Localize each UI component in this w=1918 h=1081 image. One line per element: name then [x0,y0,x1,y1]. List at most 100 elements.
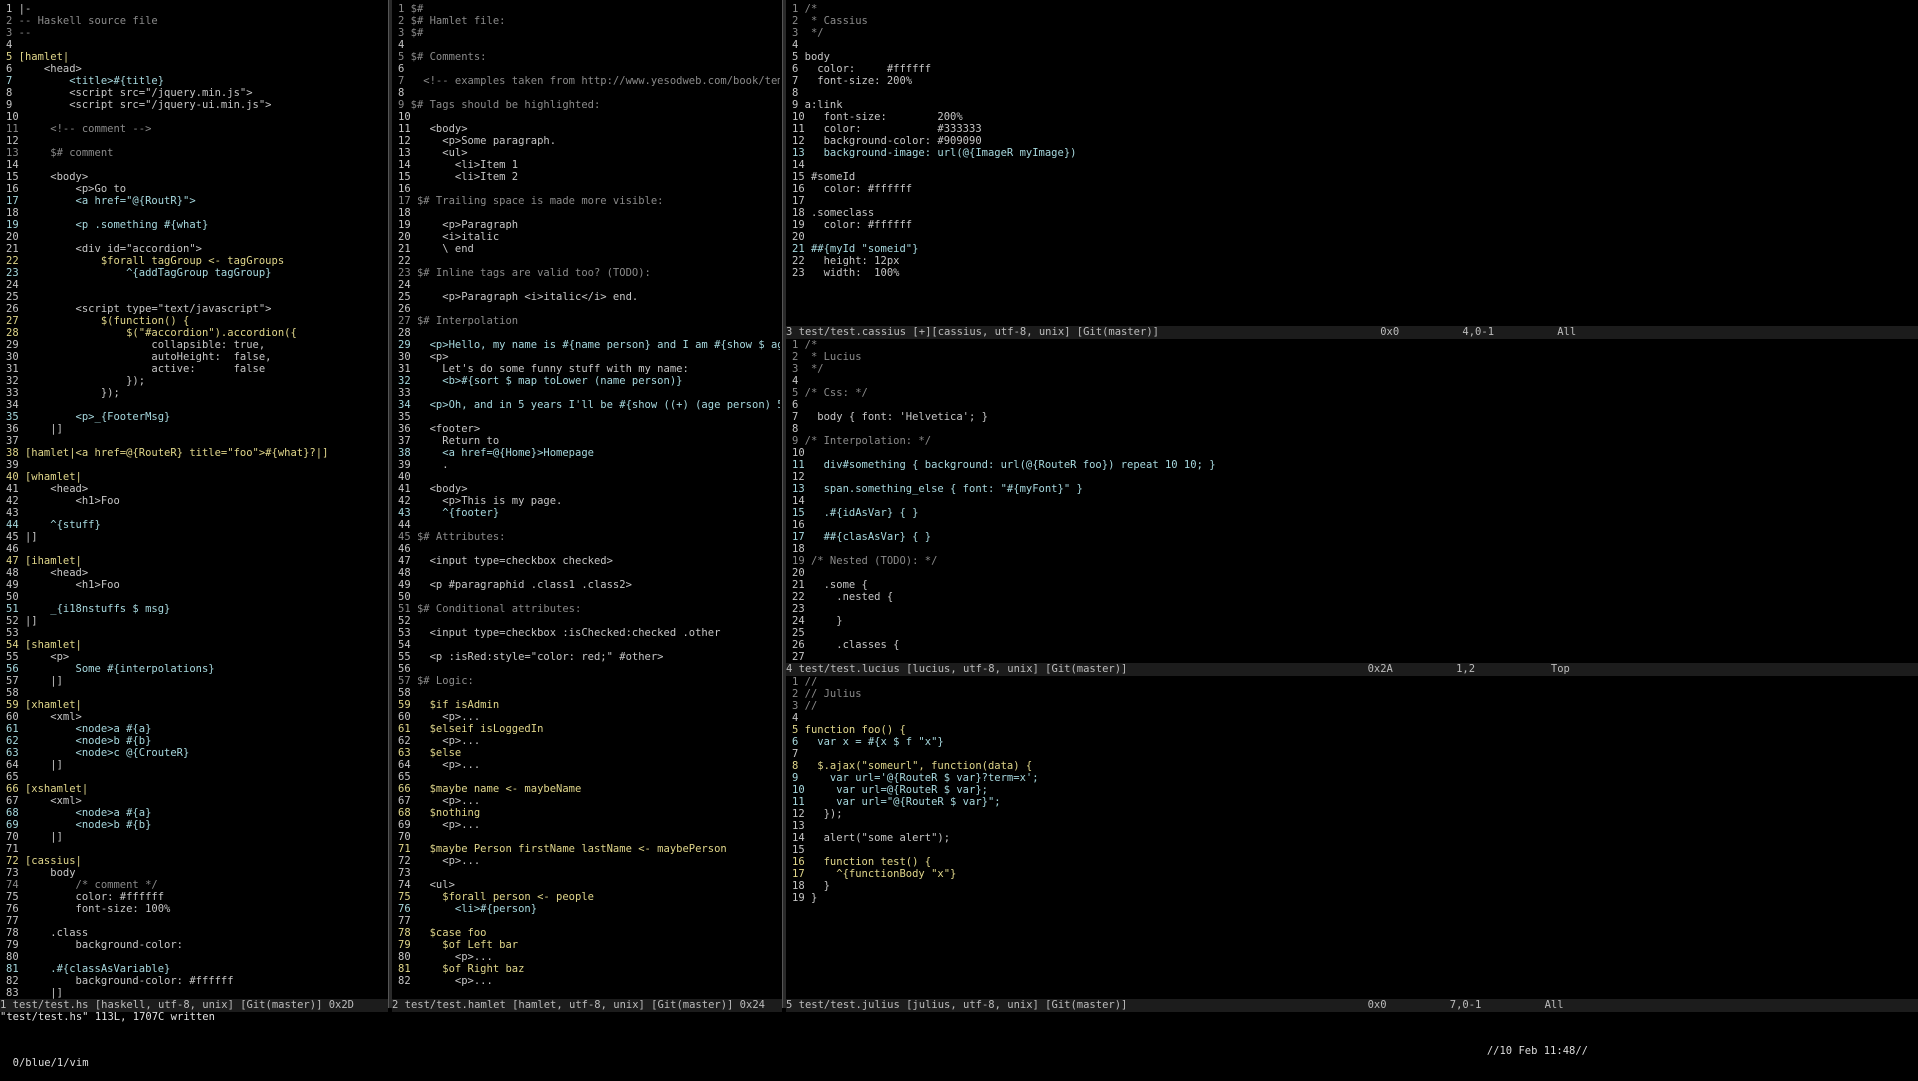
code-line[interactable]: 24 } [792,615,1912,627]
code-line[interactable]: 20 [792,567,1912,579]
code-line[interactable]: 12 [6,135,386,147]
code-line[interactable]: 73 body [6,867,386,879]
editor-pane-cassius[interactable]: 1 /* 2 * Cassius 3 */4 5 body 6 color: #fff… [792,3,1912,328]
code-line[interactable]: 8 [398,87,780,99]
code-line[interactable]: 15 <li>Item 2 [398,171,780,183]
code-line[interactable]: 17 [792,195,1912,207]
code-line[interactable]: 6 [792,399,1912,411]
code-line[interactable]: 19 color: #ffffff [792,219,1912,231]
code-line[interactable]: 27 $(function() { [6,315,386,327]
code-line[interactable]: 7 <title>#{title} [6,75,386,87]
code-line[interactable]: 32 <b>#{sort $ map toLower (name person)… [398,375,780,387]
code-line[interactable]: 56 [398,663,780,675]
code-line[interactable]: 31 Let's do some funny stuff with my nam… [398,363,780,375]
code-line[interactable]: 33 [398,387,780,399]
code-line[interactable]: 3 // [792,700,1912,712]
code-line[interactable]: 64 <p>... [398,759,780,771]
code-line[interactable]: 58 [398,687,780,699]
code-line[interactable]: 59 $if isAdmin [398,699,780,711]
code-line[interactable]: 74 <ul> [398,879,780,891]
code-line[interactable]: 45 |] [6,531,386,543]
code-line[interactable]: 55 <p> [6,651,386,663]
code-line[interactable]: 5 /* Css: */ [792,387,1912,399]
code-line[interactable]: 12 background-color: #909090 [792,135,1912,147]
code-line[interactable]: 44 ^{stuff} [6,519,386,531]
code-line[interactable]: 27 $# Interpolation [398,315,780,327]
code-line[interactable]: 18 [6,207,386,219]
vim-command-line[interactable]: "test/test.hs" 113L, 1707C written [0,1011,1918,1024]
code-line[interactable]: 37 Return to [398,435,780,447]
code-line[interactable]: 13 span.something_else { font: "#{myFont… [792,483,1912,495]
code-line[interactable]: 25 <p>Paragraph <i>italic</i> end. [398,291,780,303]
code-line[interactable]: 73 [398,867,780,879]
code-line[interactable]: 34 <p>Oh, and in 5 years I'll be #{show … [398,399,780,411]
code-line[interactable]: 77 [6,915,386,927]
code-line[interactable]: 72 <p>... [398,855,780,867]
code-line[interactable]: 14 [6,159,386,171]
code-line[interactable]: 48 <head> [6,567,386,579]
code-line[interactable]: 22 [398,255,780,267]
code-line[interactable]: 1 // [792,676,1912,688]
code-line[interactable]: 82 background-color: #ffffff [6,975,386,987]
code-line[interactable]: 68 <node>a #{a} [6,807,386,819]
code-line[interactable]: 70 |] [6,831,386,843]
code-line[interactable]: 38 [hamlet|<a href=@{RouteR} title="foo"… [6,447,386,459]
code-line[interactable]: 63 <node>c @{CrouteR} [6,747,386,759]
code-line[interactable]: 4 [6,39,386,51]
code-line[interactable]: 4 [398,39,780,51]
code-line[interactable]: 2 -- Haskell source file [6,15,386,27]
code-line[interactable]: 61 <node>a #{a} [6,723,386,735]
code-line[interactable]: 15 .#{idAsVar} { } [792,507,1912,519]
code-line[interactable]: 23 ^{addTagGroup tagGroup} [6,267,386,279]
code-line[interactable]: 35 [398,411,780,423]
code-line[interactable]: 41 <body> [398,483,780,495]
code-line[interactable]: 42 <p>This is my page. [398,495,780,507]
code-line[interactable]: 65 [398,771,780,783]
code-line[interactable]: 1 /* [792,339,1912,351]
code-line[interactable]: 50 [6,591,386,603]
code-line[interactable]: 41 <head> [6,483,386,495]
code-line[interactable]: 3 -- [6,27,386,39]
code-line[interactable]: 7 body { font: 'Helvetica'; } [792,411,1912,423]
code-line[interactable]: 36 <footer> [398,423,780,435]
code-line[interactable]: 13 $# comment [6,147,386,159]
code-line[interactable]: 10 [6,111,386,123]
code-line[interactable]: 62 <p>... [398,735,780,747]
code-line[interactable]: 22 $forall tagGroup <- tagGroups [6,255,386,267]
code-line[interactable]: 81 $of Right baz [398,963,780,975]
code-line[interactable]: 40 [398,471,780,483]
code-line[interactable]: 45 $# Attributes: [398,531,780,543]
code-line[interactable]: 22 .nested { [792,591,1912,603]
code-line[interactable]: 63 $else [398,747,780,759]
code-line[interactable]: 51 $# Conditional attributes: [398,603,780,615]
code-line[interactable]: 6 color: #ffffff [792,63,1912,75]
code-line[interactable]: 47 [ihamlet| [6,555,386,567]
code-line[interactable]: 16 color: #ffffff [792,183,1912,195]
code-line[interactable]: 13 background-image: url(@{ImageR myImag… [792,147,1912,159]
code-line[interactable]: 78 $case foo [398,927,780,939]
code-line[interactable]: 54 [shamlet| [6,639,386,651]
code-line[interactable]: 18 [398,207,780,219]
code-line[interactable]: 2 * Cassius [792,15,1912,27]
code-line[interactable]: 68 $nothing [398,807,780,819]
code-line[interactable]: 5 $# Comments: [398,51,780,63]
code-line[interactable]: 49 <p #paragraphid .class1 .class2> [398,579,780,591]
code-line[interactable]: 5 [hamlet| [6,51,386,63]
code-line[interactable]: 43 [6,507,386,519]
code-line[interactable]: 56 Some #{interpolations} [6,663,386,675]
editor-pane-hamlet[interactable]: 1 $# 2 $# Hamlet file: 3 $# 4 5 $# Comments… [398,3,780,999]
code-line[interactable]: 64 |] [6,759,386,771]
code-line[interactable]: 22 height: 12px [792,255,1912,267]
code-line[interactable]: 8 [792,87,1912,99]
code-line[interactable]: 5 body [792,51,1912,63]
code-line[interactable]: 6 [398,63,780,75]
code-line[interactable]: 69 <node>b #{b} [6,819,386,831]
code-line[interactable]: 23 width: 100% [792,267,1912,279]
code-line[interactable]: 76 font-size: 100% [6,903,386,915]
code-line[interactable]: 19 <p .something #{what} [6,219,386,231]
code-line[interactable]: 30 <p> [398,351,780,363]
code-line[interactable]: 17 <a href="@{RoutR}"> [6,195,386,207]
code-line[interactable]: 71 $maybe Person firstName lastName <- m… [398,843,780,855]
code-line[interactable]: 26 [398,303,780,315]
code-line[interactable]: 17 $# Trailing space is made more visibl… [398,195,780,207]
